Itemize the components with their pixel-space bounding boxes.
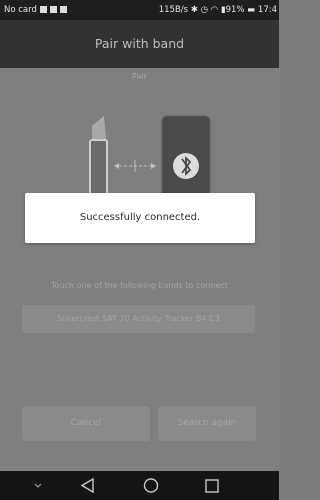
cancel-button[interactable]: Cancel bbox=[22, 406, 150, 441]
notification-icon bbox=[49, 6, 57, 13]
navigation-bar bbox=[0, 471, 279, 500]
status-left: No card bbox=[4, 0, 67, 20]
battery-icon: ▬ bbox=[247, 5, 256, 15]
status-right: 115B/s ✱ ◷ ◠ ▮91% ▬ 17:4 bbox=[159, 0, 277, 20]
home-circle-icon[interactable] bbox=[141, 471, 161, 500]
notification-icon bbox=[39, 6, 47, 13]
section-subtitle: Pair bbox=[132, 72, 147, 81]
carrier-text: No card bbox=[4, 5, 37, 15]
toast-message: Successfully connected. bbox=[79, 212, 201, 223]
search-again-button[interactable]: Search again bbox=[158, 406, 256, 441]
network-speed: 115B/s bbox=[158, 5, 189, 15]
band-illustration bbox=[89, 116, 108, 196]
device-list-item[interactable]: Silvercrest SAT 70 Activity Tracker B4 C… bbox=[22, 305, 255, 333]
chevron-down-icon[interactable] bbox=[30, 471, 46, 500]
connected-toast: Successfully connected. bbox=[25, 193, 255, 243]
connection-arrows-icon bbox=[114, 160, 156, 172]
bluetooth-status-icon: ✱ bbox=[190, 5, 198, 15]
back-triangle-icon[interactable] bbox=[78, 471, 98, 500]
status-bar: No card 115B/s ✱ ◷ ◠ ▮91% ▬ 17:4 bbox=[0, 0, 279, 20]
alarm-icon: ◷ bbox=[200, 5, 209, 15]
instruction-text: Touch one of the following bands to conn… bbox=[51, 281, 228, 290]
battery-percent: 91% bbox=[225, 5, 245, 15]
device-name: Silvercrest SAT 70 Activity Tracker B4 C… bbox=[57, 314, 220, 323]
pairing-content: Pair Successfully connected. Touch one o… bbox=[0, 68, 279, 471]
notification-icon bbox=[59, 6, 67, 13]
wifi-icon: ◠ bbox=[210, 5, 219, 15]
recent-square-icon[interactable] bbox=[202, 471, 222, 500]
clock: 17:4 bbox=[257, 5, 277, 15]
page-title: Pair with band bbox=[0, 20, 279, 68]
phone-illustration bbox=[161, 115, 211, 199]
